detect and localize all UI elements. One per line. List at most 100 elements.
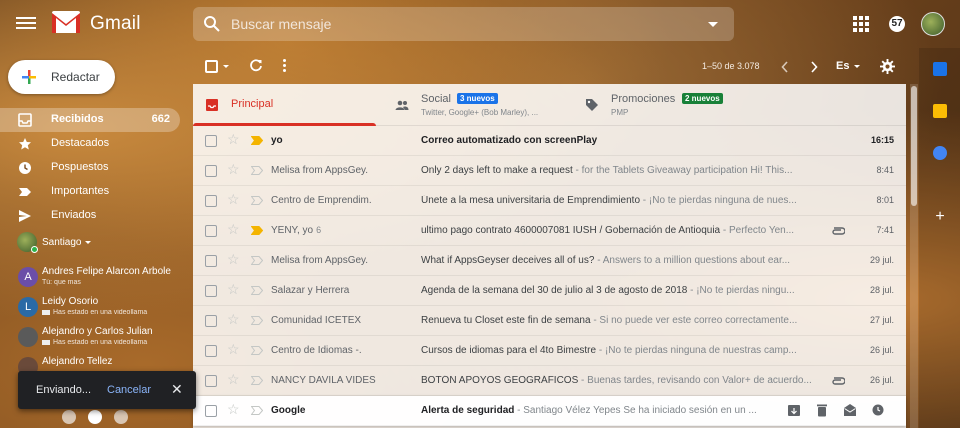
email-row[interactable]: ☆ yo Correo automatizado con screenPlay 16:… [193, 126, 906, 156]
important-marker-icon[interactable] [251, 286, 263, 295]
email-row[interactable]: ☆ Melisa from AppsGey. What if AppsGeyser … [193, 246, 906, 276]
contact-item[interactable]: A Andres Felipe Alarcon Arbole Tú: que m… [16, 265, 180, 295]
apps-grid-icon[interactable] [853, 16, 869, 32]
important-marker-icon[interactable] [251, 256, 263, 265]
star-icon[interactable]: ☆ [227, 312, 241, 326]
preview-text: - Si no puede ver este correo correctame… [590, 315, 798, 326]
add-addon-icon[interactable]: + [933, 209, 947, 225]
chevron-right-icon[interactable] [810, 61, 818, 73]
row-checkbox[interactable] [205, 315, 217, 327]
snooze-icon[interactable] [872, 403, 884, 417]
email-row[interactable]: ☆ Comunidad ICETEX Renueva tu Closet este … [193, 306, 906, 336]
search-bar[interactable] [193, 7, 734, 41]
phone-icon[interactable] [114, 410, 128, 424]
important-marker-icon[interactable] [251, 136, 263, 145]
star-icon[interactable]: ☆ [227, 162, 241, 176]
star-icon[interactable]: ☆ [227, 252, 241, 266]
email-row[interactable]: ☆ Melisa from AppsGey. Only 2 days left to… [193, 156, 906, 186]
notifications-badge[interactable]: 57 [889, 16, 905, 32]
important-marker-icon[interactable] [251, 316, 263, 325]
row-checkbox[interactable] [205, 225, 217, 237]
important-marker-icon[interactable] [251, 406, 263, 415]
tasks-icon[interactable] [933, 146, 947, 160]
star-icon[interactable]: ☆ [227, 282, 241, 296]
sidebar-item-sent[interactable]: Enviados [0, 204, 182, 228]
row-checkbox[interactable] [205, 375, 217, 387]
row-checkbox[interactable] [205, 345, 217, 357]
person-icon[interactable] [62, 410, 76, 424]
gear-icon[interactable] [880, 59, 895, 74]
sidebar-item-inbox[interactable]: Recibidos 662 [0, 108, 180, 132]
search-options-icon[interactable] [708, 22, 718, 27]
attachment-icon[interactable] [831, 227, 845, 235]
input-language-button[interactable]: Es [836, 60, 849, 72]
sidebar-item-important[interactable]: Importantes [0, 180, 182, 204]
star-icon[interactable]: ☆ [227, 342, 241, 356]
scrollbar-thumb[interactable] [911, 86, 917, 206]
search-input[interactable] [231, 13, 671, 35]
email-row[interactable]: ☆ Centro de Idiomas -. Cursos de idiomas p… [193, 336, 906, 366]
important-marker-icon[interactable] [251, 166, 263, 175]
chevron-left-icon[interactable] [781, 61, 789, 73]
row-checkbox[interactable] [205, 165, 217, 177]
row-checkbox[interactable] [205, 255, 217, 267]
star-icon[interactable]: ☆ [227, 222, 241, 236]
more-vert-icon[interactable] [283, 59, 287, 75]
email-sender: Comunidad ICETEX [271, 315, 401, 326]
row-checkbox[interactable] [205, 405, 217, 417]
thread-count: 6 [316, 225, 322, 235]
mark-read-icon[interactable] [844, 403, 856, 417]
tab-promociones[interactable]: Promociones 2 nuevos PMP [573, 84, 753, 126]
star-icon[interactable]: ☆ [227, 192, 241, 206]
chevron-down-icon[interactable] [854, 65, 860, 68]
email-date: 29 jul. [869, 255, 894, 265]
scrollbar[interactable] [910, 84, 918, 428]
email-row[interactable]: ☆ Google Alerta de seguridad - Santiago Vé… [193, 396, 906, 426]
email-subject: Correo automatizado con screenPlay [421, 135, 827, 146]
star-icon[interactable]: ☆ [227, 372, 241, 386]
row-checkbox[interactable] [205, 135, 217, 147]
sidebar-item-snoozed[interactable]: Pospuestos [0, 156, 182, 180]
refresh-icon[interactable] [249, 59, 263, 73]
contact-item[interactable]: Alejandro y Carlos Julian Has estado en … [16, 325, 180, 355]
account-avatar[interactable] [921, 12, 945, 36]
compose-button[interactable]: Redactar [8, 60, 115, 94]
calendar-icon[interactable] [933, 62, 947, 76]
tab-principal[interactable]: Principal [193, 84, 376, 126]
delete-icon[interactable] [816, 403, 828, 417]
archive-icon[interactable] [788, 403, 800, 417]
keep-icon[interactable] [933, 104, 947, 118]
email-sender: Centro de Emprendim. [271, 195, 401, 206]
gmail-logo-icon[interactable] [52, 11, 80, 33]
row-checkbox[interactable] [205, 285, 217, 297]
important-marker-icon[interactable] [251, 376, 263, 385]
sidebar-nav: Recibidos 662 Destacados Pospuestos Impo… [0, 108, 182, 228]
row-checkbox[interactable] [205, 195, 217, 207]
main-menu-icon[interactable] [16, 14, 36, 34]
tab-social[interactable]: Social 3 nuevos Twitter, Google+ (Bob Ma… [383, 84, 563, 126]
email-row[interactable]: ☆ NANCY DAVILA VIDES BOTÓN APOYOS GEOGRÁFI… [193, 366, 906, 396]
app-name[interactable]: Gmail [90, 13, 141, 35]
sender-name: Salazar y Herrera [271, 285, 350, 296]
sidebar-item-starred[interactable]: Destacados [0, 132, 182, 156]
close-icon[interactable]: ✕ [171, 382, 183, 396]
star-icon[interactable]: ☆ [227, 402, 241, 416]
subject-text: Cursos de idiomas para el 4to Bimestre [421, 345, 597, 356]
select-options-icon[interactable] [223, 65, 229, 68]
chat-bubble-icon[interactable] [88, 410, 102, 424]
select-all-checkbox[interactable] [205, 60, 218, 73]
important-marker-icon[interactable] [251, 226, 263, 235]
email-row[interactable]: ☆ YENY, yo 6 ultimo pago contrato 460000708… [193, 216, 906, 246]
attachment-icon[interactable] [831, 377, 845, 385]
email-row[interactable]: ☆ Centro de Emprendim. Únete a la mesa uni… [193, 186, 906, 216]
cancel-send-button[interactable]: Cancelar [107, 384, 151, 396]
hangouts-user[interactable]: Santiago [17, 232, 182, 253]
contact-item[interactable]: L Leidy Osorio Has estado en una videoll… [16, 295, 180, 325]
email-row[interactable]: ☆ Salazar y Herrera Agenda de la semana de… [193, 276, 906, 306]
important-marker-icon[interactable] [251, 196, 263, 205]
important-marker-icon[interactable] [251, 346, 263, 355]
star-icon[interactable]: ☆ [227, 132, 241, 146]
search-icon[interactable] [203, 15, 221, 33]
chevron-down-icon[interactable] [85, 241, 91, 244]
hangouts-footer [60, 408, 140, 428]
